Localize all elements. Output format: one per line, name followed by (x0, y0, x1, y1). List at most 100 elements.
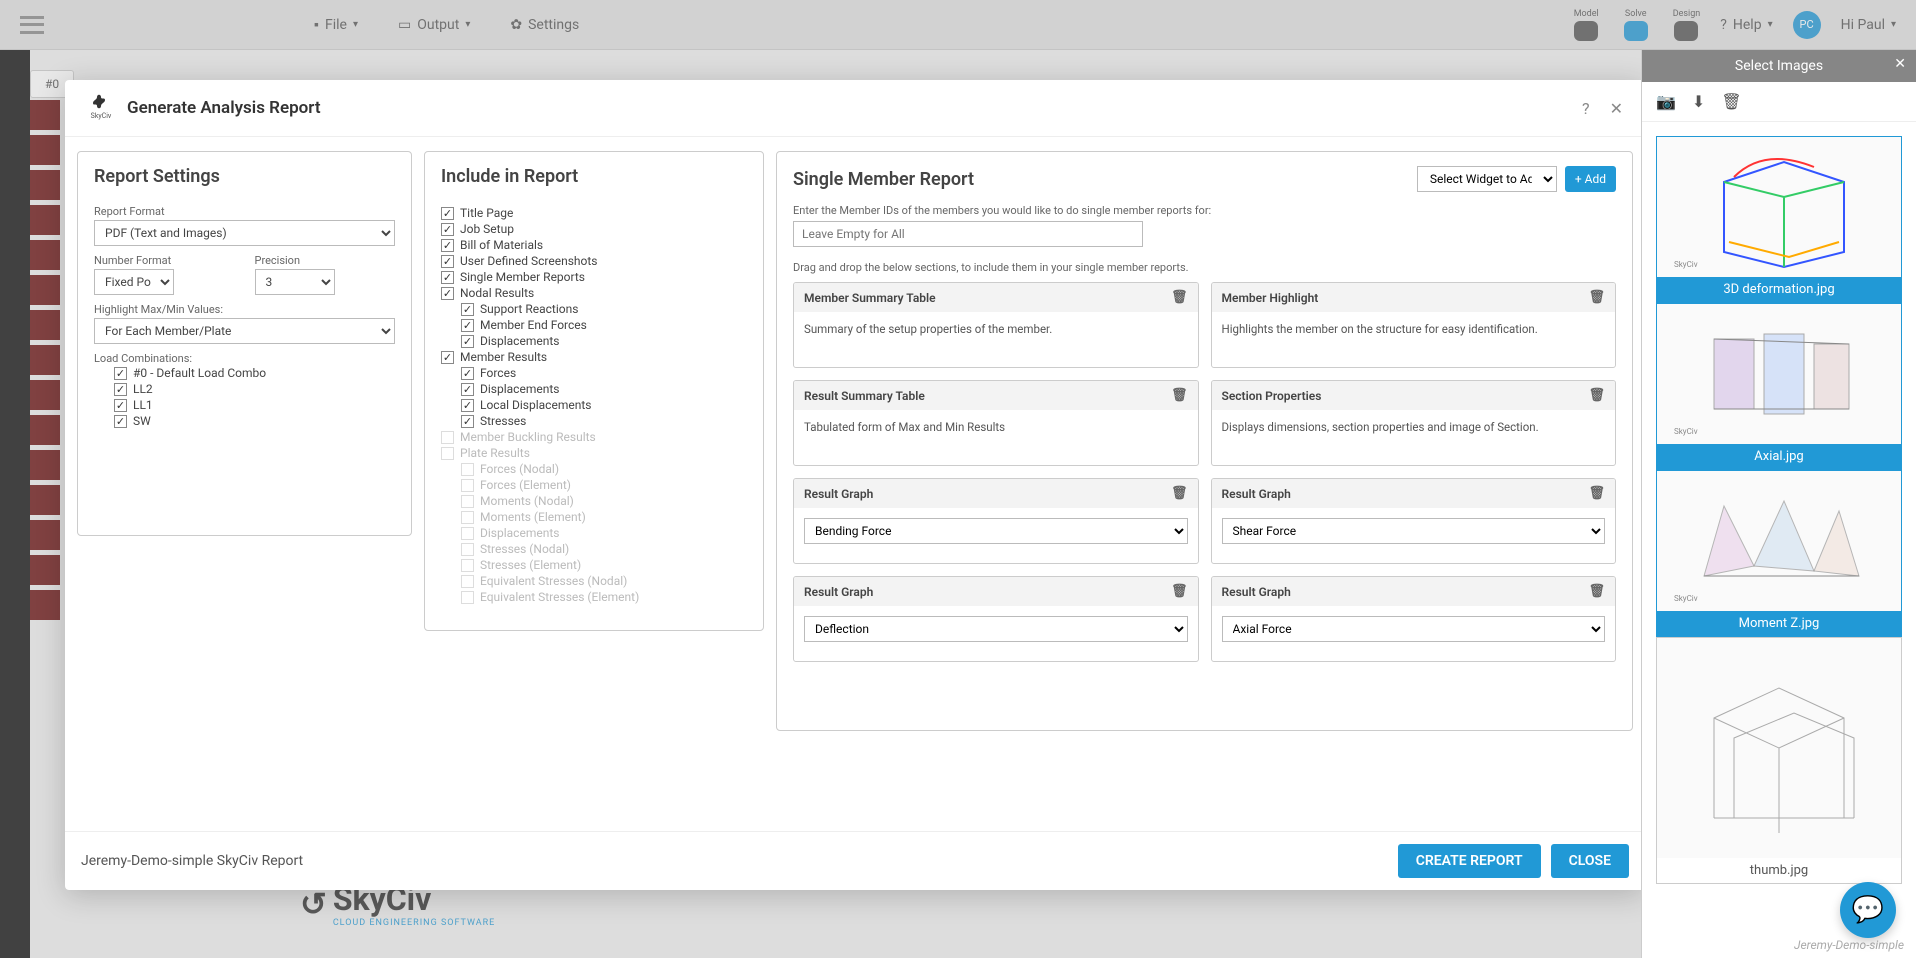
chat-icon[interactable]: 💬 (1840, 882, 1896, 938)
checkbox-icon[interactable] (441, 223, 454, 236)
result-graph-select[interactable]: Axial Force (1222, 616, 1606, 642)
report-widget[interactable]: Member Highlight 🗑 Highlights the member… (1211, 282, 1617, 368)
checkbox-icon[interactable] (461, 319, 474, 332)
widget-delete-icon[interactable]: 🗑 (1588, 388, 1605, 403)
widget-header: Result Summary Table 🗑 (794, 381, 1198, 410)
include-item[interactable]: Title Page (441, 205, 747, 221)
camera-icon[interactable]: 📷 (1656, 92, 1676, 111)
include-item-label: Equivalent Stresses (Nodal) (480, 574, 627, 588)
images-panel-close-icon[interactable]: ✕ (1894, 56, 1906, 72)
include-item-label: Stresses (480, 414, 526, 428)
help-icon[interactable]: ? (1582, 99, 1590, 118)
checkbox-icon[interactable] (441, 239, 454, 252)
checkbox-icon[interactable] (114, 367, 127, 380)
include-item[interactable]: Support Reactions (441, 301, 747, 317)
include-item-label: Moments (Element) (480, 510, 586, 524)
precision-select[interactable]: 3 (255, 269, 335, 295)
add-widget-button[interactable]: + Add (1565, 166, 1616, 192)
checkbox-icon[interactable] (441, 271, 454, 284)
result-graph-select[interactable]: Bending Force (804, 518, 1188, 544)
widget-delete-icon[interactable]: 🗑 (1588, 486, 1605, 501)
include-item-label: Equivalent Stresses (Element) (480, 590, 639, 604)
checkbox-icon[interactable] (441, 255, 454, 268)
checkbox-icon (461, 511, 474, 524)
smr-heading: Single Member Report (793, 169, 974, 190)
report-widget[interactable]: Member Summary Table 🗑 Summary of the se… (793, 282, 1199, 368)
download-icon[interactable]: ⬇ (1692, 92, 1705, 111)
report-name-input[interactable] (81, 853, 681, 870)
checkbox-icon[interactable] (441, 207, 454, 220)
widget-delete-icon[interactable]: 🗑 (1171, 388, 1188, 403)
include-item: Equivalent Stresses (Nodal) (441, 573, 747, 589)
checkbox-icon[interactable] (441, 351, 454, 364)
report-widget[interactable]: Result Graph 🗑 Shear Force (1211, 478, 1617, 564)
image-thumbnail-item[interactable]: SkyCiv Axial.jpg (1656, 303, 1902, 470)
result-graph-select[interactable]: Shear Force (1222, 518, 1606, 544)
include-item: Moments (Element) (441, 509, 747, 525)
modal-header: SkyCiv Generate Analysis Report ? ✕ (65, 80, 1645, 137)
report-widget[interactable]: Result Graph 🗑 Deflection (793, 576, 1199, 662)
close-button[interactable]: CLOSE (1551, 844, 1629, 878)
report-format-select[interactable]: PDF (Text and Images) (94, 220, 395, 246)
checkbox-icon (461, 559, 474, 572)
checkbox-icon[interactable] (461, 335, 474, 348)
checkbox-icon[interactable] (461, 399, 474, 412)
images-panel-header: Select Images ✕ (1642, 50, 1916, 82)
include-item: Stresses (Nodal) (441, 541, 747, 557)
checkbox-icon[interactable] (461, 383, 474, 396)
widget-header: Member Summary Table 🗑 (794, 283, 1198, 312)
checkbox-icon[interactable] (441, 287, 454, 300)
include-item[interactable]: Single Member Reports (441, 269, 747, 285)
member-ids-input[interactable] (793, 221, 1143, 247)
report-widget[interactable]: Result Graph 🗑 Axial Force (1211, 576, 1617, 662)
close-icon[interactable]: ✕ (1610, 99, 1623, 118)
include-item[interactable]: Local Displacements (441, 397, 747, 413)
include-item[interactable]: Stresses (441, 413, 747, 429)
trash-icon[interactable]: 🗑 (1721, 92, 1741, 111)
report-settings-panel: Report Settings Report Format PDF (Text … (77, 151, 412, 536)
image-thumbnail-item[interactable]: SkyCiv Moment Z.jpg (1656, 470, 1902, 637)
include-item[interactable]: Nodal Results (441, 285, 747, 301)
widget-delete-icon[interactable]: 🗑 (1171, 486, 1188, 501)
include-item: Forces (Element) (441, 477, 747, 493)
image-thumbnail-item[interactable]: thumb.jpg (1656, 637, 1902, 884)
include-item[interactable]: Bill of Materials (441, 237, 747, 253)
include-item-label: Local Displacements (480, 398, 591, 412)
image-thumbnail-item[interactable]: SkyCiv 3D deformation.jpg (1656, 136, 1902, 303)
checkbox-icon[interactable] (114, 399, 127, 412)
include-item[interactable]: Member End Forces (441, 317, 747, 333)
include-item[interactable]: User Defined Screenshots (441, 253, 747, 269)
modal-title: Generate Analysis Report (127, 98, 321, 118)
include-item[interactable]: Displacements (441, 333, 747, 349)
checkbox-icon[interactable] (461, 415, 474, 428)
widget-delete-icon[interactable]: 🗑 (1588, 290, 1605, 305)
include-item: Displacements (441, 525, 747, 541)
widget-select[interactable]: Select Widget to Add (1417, 166, 1557, 192)
report-widget[interactable]: Result Summary Table 🗑 Tabulated form of… (793, 380, 1199, 466)
load-combo-item[interactable]: SW (94, 413, 395, 429)
include-item: Forces (Nodal) (441, 461, 747, 477)
svg-text:SkyCiv: SkyCiv (1674, 594, 1698, 603)
number-format-select[interactable]: Fixed Point (94, 269, 174, 295)
highlight-select[interactable]: For Each Member/Plate (94, 318, 395, 344)
image-thumbnail: SkyCiv (1657, 137, 1901, 277)
checkbox-icon[interactable] (461, 367, 474, 380)
widget-delete-icon[interactable]: 🗑 (1588, 584, 1605, 599)
checkbox-icon[interactable] (114, 415, 127, 428)
widget-delete-icon[interactable]: 🗑 (1171, 584, 1188, 599)
load-combo-item[interactable]: LL2 (94, 381, 395, 397)
include-item[interactable]: Forces (441, 365, 747, 381)
result-graph-select[interactable]: Deflection (804, 616, 1188, 642)
load-combo-item[interactable]: LL1 (94, 397, 395, 413)
include-item[interactable]: Member Results (441, 349, 747, 365)
create-report-button[interactable]: CREATE REPORT (1398, 844, 1541, 878)
include-heading: Include in Report (441, 166, 747, 187)
load-combo-item[interactable]: #0 - Default Load Combo (94, 365, 395, 381)
report-widget[interactable]: Section Properties 🗑 Displays dimensions… (1211, 380, 1617, 466)
report-widget[interactable]: Result Graph 🗑 Bending Force (793, 478, 1199, 564)
checkbox-icon[interactable] (114, 383, 127, 396)
include-item[interactable]: Job Setup (441, 221, 747, 237)
widget-delete-icon[interactable]: 🗑 (1171, 290, 1188, 305)
include-item[interactable]: Displacements (441, 381, 747, 397)
checkbox-icon[interactable] (461, 303, 474, 316)
